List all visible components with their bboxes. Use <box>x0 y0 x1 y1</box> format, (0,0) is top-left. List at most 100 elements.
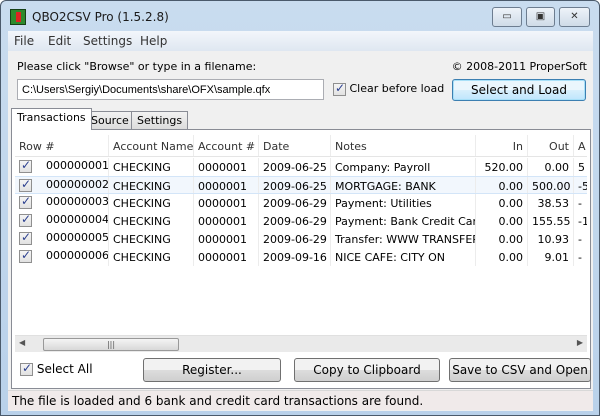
col-notes[interactable]: Notes <box>331 135 476 156</box>
col-date[interactable]: Date <box>259 135 331 156</box>
select-all-label: Select All <box>36 362 93 376</box>
cell-text: - <box>578 233 582 246</box>
cell-text: 0000001 <box>198 233 247 246</box>
col-account-number[interactable]: Account # <box>194 135 259 156</box>
cell-text: 000000006 <box>46 249 109 262</box>
minimize-button[interactable]: ▭ <box>492 7 522 27</box>
cell-text: CHECKING <box>113 197 171 210</box>
checkbox-icon[interactable] <box>20 361 33 376</box>
cell-text: 0.00 <box>498 197 524 210</box>
maximize-button[interactable]: ▣ <box>526 7 555 27</box>
menu-settings[interactable]: Settings <box>83 34 132 48</box>
cell-amount: - <box>574 248 587 266</box>
table-row[interactable]: 000000001 CHECKING 0000001 2009-06-25 Compan… <box>15 158 587 176</box>
scroll-right-icon[interactable]: ▶ <box>577 338 583 347</box>
cell-text: Payment: Bank Credit Card <box>335 215 476 228</box>
scrollbar-thumb[interactable]: ||| <box>43 338 179 351</box>
close-button[interactable]: ✕ <box>559 7 590 27</box>
cell-notes: NICE CAFE: CITY ON <box>331 248 476 266</box>
row-checkbox[interactable] <box>19 212 32 227</box>
app-window: QBO2CSV Pro (1.5.2.8) ▭ ▣ ✕ File Edit Se… <box>0 0 600 416</box>
row-checkbox[interactable] <box>19 248 32 263</box>
cell-out: 0.00 <box>528 158 574 176</box>
row-checkbox[interactable] <box>19 177 32 192</box>
cell-text: CHECKING <box>113 233 171 246</box>
menu-edit[interactable]: Edit <box>48 34 71 48</box>
table-row[interactable]: 000000003 CHECKING 0000001 2009-06-29 Paymen… <box>15 194 587 212</box>
cell-out: 155.55 <box>528 212 574 230</box>
cell-amount: -1 <box>574 212 587 230</box>
cell-out: 9.01 <box>528 248 574 266</box>
cell-text: 0.00 <box>498 180 524 193</box>
col-account-name[interactable]: Account Name <box>109 135 194 156</box>
menu-file[interactable]: File <box>14 34 34 48</box>
table-row[interactable]: 000000002 CHECKING 0000001 2009-06-25 MORTGA… <box>15 176 587 194</box>
cell-account-name: CHECKING <box>109 248 194 266</box>
row-checkbox[interactable] <box>19 158 32 173</box>
clear-before-load-checkbox[interactable]: Clear before load <box>333 81 445 96</box>
cell-text: 2009-06-29 <box>263 233 327 246</box>
transactions-panel: Row # Account Name Account # Date Notes … <box>11 129 591 389</box>
cell-text: 2009-06-25 <box>263 180 327 193</box>
cell-account-name: CHECKING <box>109 194 194 212</box>
tab-source[interactable]: Source <box>85 111 135 129</box>
col-out[interactable]: Out <box>528 135 574 156</box>
select-all-checkbox[interactable]: Select All <box>20 361 93 376</box>
cell-date: 2009-06-29 <box>259 212 331 230</box>
tab-transactions[interactable]: Transactions <box>11 108 92 130</box>
col-amount[interactable]: A <box>574 135 587 156</box>
cell-text: 520.00 <box>484 161 524 174</box>
cell-in: 0.00 <box>476 177 528 193</box>
row-checkbox[interactable] <box>19 194 32 209</box>
table-row[interactable]: 000000005 CHECKING 0000001 2009-06-29 Transf… <box>15 230 587 248</box>
tab-settings[interactable]: Settings <box>131 111 189 129</box>
cell-text: 2009-06-29 <box>263 215 327 228</box>
cell-notes: Transfer: WWW TRANSFER <box>331 230 476 248</box>
client-area: File Edit Settings Help Please click "Br… <box>8 31 593 411</box>
cell-row: 000000003 <box>15 194 109 212</box>
col-row[interactable]: Row # <box>15 135 109 156</box>
cell-text: CHECKING <box>113 161 171 174</box>
cell-account-name: CHECKING <box>109 158 194 176</box>
cell-account: 0000001 <box>194 177 259 193</box>
select-and-load-button[interactable]: Select and Load <box>452 79 586 101</box>
cell-account-name: CHECKING <box>109 230 194 248</box>
cell-notes: Company: Payroll <box>331 158 476 176</box>
cell-date: 2009-09-16 <box>259 248 331 266</box>
cell-text: 2009-06-29 <box>263 197 327 210</box>
cell-text: CHECKING <box>113 180 171 193</box>
register-button[interactable]: Register... <box>143 358 281 382</box>
cell-text: 000000005 <box>46 231 109 244</box>
menu-help[interactable]: Help <box>140 34 167 48</box>
transactions-table[interactable]: Row # Account Name Account # Date Notes … <box>15 135 587 333</box>
cell-account: 0000001 <box>194 248 259 266</box>
title-bar: QBO2CSV Pro (1.5.2.8) ▭ ▣ ✕ <box>1 1 599 31</box>
copy-to-clipboard-button[interactable]: Copy to Clipboard <box>294 358 440 382</box>
cell-text: 9.01 <box>544 251 570 264</box>
table-row[interactable]: 000000004 CHECKING 0000001 2009-06-29 Paymen… <box>15 212 587 230</box>
horizontal-scrollbar[interactable]: ◀ ||| ▶ <box>15 335 587 352</box>
clear-before-load-label: Clear before load <box>349 82 445 95</box>
col-in[interactable]: In <box>476 135 528 156</box>
cell-text: 0000001 <box>198 161 247 174</box>
cell-text: 0.00 <box>498 215 524 228</box>
cell-amount: -5 <box>574 177 587 193</box>
cell-notes: Payment: Bank Credit Card <box>331 212 476 230</box>
filename-input[interactable] <box>17 79 324 100</box>
scroll-left-icon[interactable]: ◀ <box>19 338 25 347</box>
row-checkbox[interactable] <box>19 230 32 245</box>
save-to-csv-button[interactable]: Save to CSV and Open <box>449 358 591 382</box>
table-row[interactable]: 000000006 CHECKING 0000001 2009-09-16 NICE C… <box>15 248 587 266</box>
app-icon <box>10 9 26 25</box>
cell-text: 0.00 <box>544 161 570 174</box>
cell-text: 0000001 <box>198 215 247 228</box>
cell-text: 0000001 <box>198 197 247 210</box>
cell-text: 0.00 <box>498 233 524 246</box>
checkbox-icon[interactable] <box>333 81 346 96</box>
cell-notes: MORTGAGE: BANK <box>331 177 476 193</box>
cell-text: 10.93 <box>537 233 570 246</box>
cell-text: NICE CAFE: CITY ON <box>335 251 446 264</box>
cell-text: Company: Payroll <box>335 161 431 174</box>
cell-text: 155.55 <box>532 215 571 228</box>
cell-text: 0000001 <box>198 180 247 193</box>
